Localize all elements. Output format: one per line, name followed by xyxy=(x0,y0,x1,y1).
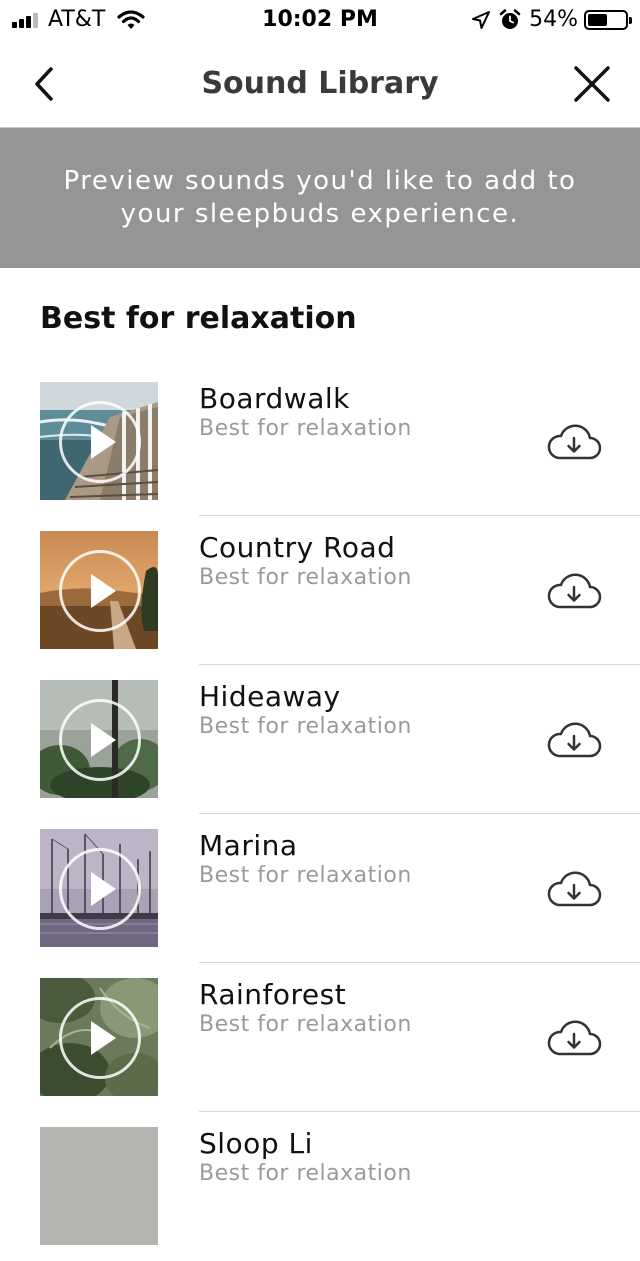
play-button[interactable] xyxy=(59,997,141,1079)
sound-item-partial[interactable]: Sloop Li Best for relaxation xyxy=(0,1112,640,1261)
cloud-download-icon[interactable] xyxy=(546,1018,602,1058)
play-button[interactable] xyxy=(59,699,141,781)
nav-bar: Sound Library xyxy=(0,40,640,128)
thumbnail-hideaway[interactable] xyxy=(40,680,158,798)
sound-item-boardwalk[interactable]: Boardwalk Best for relaxation xyxy=(0,367,640,516)
sound-subtitle: Best for relaxation xyxy=(199,863,412,888)
thumbnail-rainforest[interactable] xyxy=(40,978,158,1096)
alarm-clock-icon xyxy=(499,9,521,29)
sound-subtitle: Best for relaxation xyxy=(199,1161,412,1186)
thumbnail-boardwalk[interactable] xyxy=(40,382,158,500)
play-button[interactable] xyxy=(59,848,141,930)
sound-title: Boardwalk xyxy=(199,382,350,415)
sound-title: Marina xyxy=(199,829,298,862)
thumbnail-country-road[interactable] xyxy=(40,531,158,649)
battery-icon xyxy=(584,10,632,30)
close-button[interactable] xyxy=(568,60,616,108)
play-button[interactable] xyxy=(59,401,141,483)
play-icon xyxy=(90,872,116,906)
section-title: Best for relaxation xyxy=(40,301,357,336)
thumbnail-marina[interactable] xyxy=(40,829,158,947)
status-right: 54% xyxy=(471,6,632,34)
sound-title: Rainforest xyxy=(199,978,347,1011)
partial-image xyxy=(40,1127,158,1245)
play-icon xyxy=(90,723,116,757)
sound-item-hideaway[interactable]: Hideaway Best for relaxation xyxy=(0,665,640,814)
battery-fill xyxy=(588,14,607,26)
sound-item-country-road[interactable]: Country Road Best for relaxation xyxy=(0,516,640,665)
sound-subtitle: Best for relaxation xyxy=(199,416,412,441)
sound-subtitle: Best for relaxation xyxy=(199,714,412,739)
sound-title: Hideaway xyxy=(199,680,341,713)
sound-list: Boardwalk Best for relaxation Country Ro… xyxy=(0,367,640,1261)
cloud-download-icon[interactable] xyxy=(546,571,602,611)
sound-title: Sloop Li xyxy=(199,1127,313,1160)
play-icon xyxy=(90,425,116,459)
thumbnail-partial[interactable] xyxy=(40,1127,158,1245)
sound-subtitle: Best for relaxation xyxy=(199,565,412,590)
banner-text: Preview sounds you'd like to add to your… xyxy=(63,166,577,229)
status-bar: AT&T 10:02 PM 54% xyxy=(0,0,640,40)
page-title: Sound Library xyxy=(201,66,439,101)
location-arrow-icon xyxy=(472,11,491,29)
play-icon xyxy=(90,574,116,608)
cloud-download-icon[interactable] xyxy=(546,720,602,760)
close-icon xyxy=(574,66,610,102)
sound-title: Country Road xyxy=(199,531,396,564)
play-icon xyxy=(90,1021,116,1055)
battery-percent: 54% xyxy=(529,7,578,32)
sound-item-marina[interactable]: Marina Best for relaxation xyxy=(0,814,640,963)
sound-subtitle: Best for relaxation xyxy=(199,1012,412,1037)
cloud-download-icon[interactable] xyxy=(546,869,602,909)
cloud-download-icon[interactable] xyxy=(546,422,602,462)
sound-item-rainforest[interactable]: Rainforest Best for relaxation xyxy=(0,963,640,1112)
info-banner: Preview sounds you'd like to add to your… xyxy=(0,128,640,268)
play-button[interactable] xyxy=(59,550,141,632)
